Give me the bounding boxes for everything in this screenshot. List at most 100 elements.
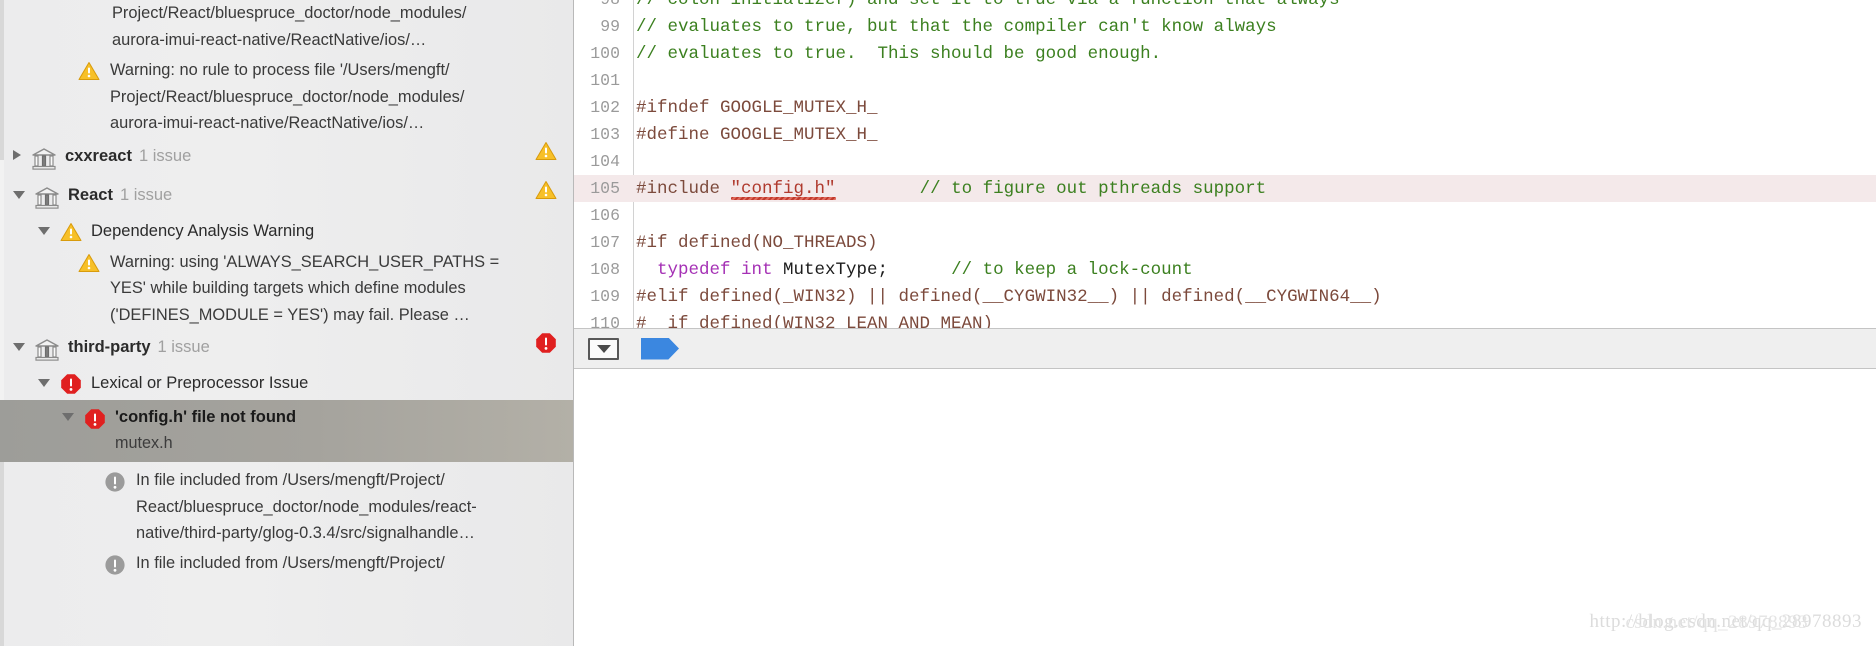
code-line-text: #if defined(NO_THREADS) bbox=[632, 233, 1876, 253]
code-line[interactable]: 108 typedef int MutexType; // to keep a … bbox=[574, 256, 1876, 283]
code-line[interactable]: 106 bbox=[574, 202, 1876, 229]
issue-message-line: YES' while building targets which define… bbox=[110, 279, 466, 297]
code-line[interactable]: 107 #if defined(NO_THREADS) bbox=[574, 229, 1876, 256]
source-editor-pane[interactable]: 98 // colon-initializer) and set it to tr… bbox=[574, 0, 1876, 646]
code-line[interactable]: 100 // evaluates to true. This should be … bbox=[574, 40, 1876, 67]
issue-row-labels: 'config.h' file not found mutex.h bbox=[115, 404, 573, 456]
code-line[interactable]: 109 #elif defined(_WIN32) || defined(__CY… bbox=[574, 283, 1876, 310]
issue-message-text: Warning: using 'ALWAYS_SEARCH_USER_PATHS… bbox=[110, 249, 573, 329]
jump-bar-breadcrumb-arrow[interactable] bbox=[641, 337, 679, 360]
sidebar-item-react[interactable]: React 1 issue bbox=[0, 176, 573, 215]
code-token: #if defined(NO_THREADS) bbox=[636, 232, 878, 253]
line-number: 99 bbox=[600, 17, 620, 36]
code-token: # if defined(WIN32_LEAN_AND_MEAN) bbox=[636, 313, 994, 329]
code-token: MutexType; bbox=[783, 259, 889, 280]
code-line-text: typedef int MutexType; // to keep a lock… bbox=[632, 260, 1876, 280]
issue-category-lexical-or-preprocessor-issue[interactable]: Lexical or Preprocessor Issue bbox=[0, 367, 573, 400]
issue-message-text: Project/React/bluespruce_doctor/node_mod… bbox=[112, 0, 573, 27]
disclosure-triangle-expanded-icon[interactable] bbox=[13, 190, 25, 199]
target-library-icon bbox=[34, 186, 60, 215]
code-line-text: // evaluates to true, but that the compi… bbox=[632, 17, 1876, 37]
disclosure-triangle-expanded-icon[interactable] bbox=[13, 343, 25, 351]
related-items-dropdown-button[interactable] bbox=[588, 337, 619, 360]
code-token: int bbox=[741, 259, 784, 280]
code-line-text: #include "config.h" // to figure out pth… bbox=[632, 178, 1876, 200]
issue-row-config-h-file-not-found[interactable]: 'config.h' file not found mutex.h bbox=[0, 400, 573, 462]
issue-message-line: In file included from /Users/mengft/Proj… bbox=[136, 471, 445, 489]
error-octagon-icon bbox=[60, 373, 82, 400]
group-issue-count: 1 issue bbox=[119, 185, 173, 204]
issue-message-line: Warning: no rule to process file '/Users… bbox=[110, 61, 450, 79]
warning-triangle-icon bbox=[60, 222, 82, 247]
code-line[interactable]: 104 bbox=[574, 148, 1876, 175]
code-line[interactable]: 101 bbox=[574, 67, 1876, 94]
code-token: typedef bbox=[636, 259, 742, 280]
watermark-url-overlay: csdn.net/qq_28978893 bbox=[1625, 612, 1809, 633]
issue-message-line: ('DEFINES_MODULE = YES') may fail. Pleas… bbox=[110, 305, 470, 324]
code-line[interactable]: 105 #include "config.h" // to figure out … bbox=[574, 175, 1876, 202]
issue-message-line: aurora-imui-react-native/ReactNative/ios… bbox=[112, 31, 427, 49]
code-editor[interactable]: 98 // colon-initializer) and set it to tr… bbox=[574, 0, 1876, 329]
editor-lower-blank-area: http://blog.csdn.net/qq_28978893 csdn.ne… bbox=[574, 369, 1876, 645]
code-line[interactable]: 99 // evaluates to true, but that the com… bbox=[574, 13, 1876, 40]
editor-jump-bar[interactable] bbox=[574, 329, 1876, 369]
group-name: third-party bbox=[68, 338, 151, 356]
list-item-warning-message[interactable]: Warning: no rule to process file '/Users… bbox=[0, 54, 573, 137]
list-item-note-message[interactable]: In file included from /Users/mengft/Proj… bbox=[0, 462, 573, 547]
issue-message-line: aurora-imui-react-native/ReactNative/ios… bbox=[110, 114, 425, 132]
issue-navigator-panel[interactable]: Project/React/bluespruce_doctor/node_mod… bbox=[0, 0, 574, 646]
xcode-issue-navigator-screen: Project/React/bluespruce_doctor/node_mod… bbox=[0, 0, 1876, 646]
code-line-text: #elif defined(_WIN32) || defined(__CYGWI… bbox=[632, 287, 1876, 307]
line-number: 102 bbox=[590, 98, 620, 117]
issue-category-dependency-analysis-warning[interactable]: Dependency Analysis Warning bbox=[0, 215, 573, 247]
issue-message-line: native/third-party/glog-0.3.4/src/signal… bbox=[136, 524, 475, 542]
note-info-icon bbox=[104, 471, 126, 498]
issue-category-title: Dependency Analysis Warning bbox=[91, 221, 315, 240]
group-issue-count: 1 issue bbox=[138, 146, 192, 165]
code-line[interactable]: 110 # if defined(WIN32_LEAN_AND_MEAN) bbox=[574, 310, 1876, 329]
line-number: 100 bbox=[590, 44, 620, 63]
disclosure-triangle-expanded-icon[interactable] bbox=[38, 226, 50, 235]
disclosure-triangle-collapsed-icon[interactable] bbox=[13, 149, 21, 160]
error-octagon-icon bbox=[84, 408, 106, 435]
line-number: 108 bbox=[590, 260, 620, 279]
issue-subtitle-filename: mutex.h bbox=[115, 434, 173, 452]
disclosure-triangle-expanded-icon[interactable] bbox=[62, 413, 74, 421]
target-library-icon bbox=[34, 338, 60, 367]
issue-title: 'config.h' file not found bbox=[115, 408, 297, 426]
code-line[interactable]: 103 #define GOOGLE_MUTEX_H_ bbox=[574, 121, 1876, 148]
group-issue-count: 1 issue bbox=[157, 338, 210, 356]
code-token: // evaluates to true. This should be goo… bbox=[636, 43, 1162, 64]
code-line[interactable]: 98 // colon-initializer) and set it to tr… bbox=[574, 0, 1876, 13]
list-item[interactable]: aurora-imui-react-native/ReactNative/ios… bbox=[0, 27, 573, 54]
list-item-note-message[interactable]: In file included from /Users/mengft/Proj… bbox=[0, 547, 573, 581]
sidebar-item-third-party[interactable]: third-party 1 issue bbox=[0, 328, 573, 367]
sidebar-item-cxxreact[interactable]: cxxreact 1 issue bbox=[0, 137, 573, 176]
line-number: 110 bbox=[590, 314, 620, 329]
line-number: 106 bbox=[590, 206, 620, 225]
list-item[interactable]: Project/React/bluespruce_doctor/node_mod… bbox=[0, 0, 573, 27]
code-line[interactable]: 102 #ifndef GOOGLE_MUTEX_H_ bbox=[574, 94, 1876, 121]
code-token: // evaluates to true, but that the compi… bbox=[636, 16, 1277, 37]
line-number: 98 bbox=[574, 0, 632, 9]
warning-triangle-icon bbox=[78, 253, 100, 278]
code-token: // to keep a lock-count bbox=[951, 259, 1193, 280]
chevron-down-icon bbox=[596, 344, 611, 353]
line-number: 101 bbox=[590, 71, 620, 90]
group-name: cxxreact bbox=[65, 146, 132, 165]
issue-message-line: React/bluespruce_doctor/node_modules/rea… bbox=[136, 497, 477, 516]
code-line-text: # if defined(WIN32_LEAN_AND_MEAN) bbox=[632, 313, 1876, 329]
line-number: 107 bbox=[590, 233, 620, 252]
code-line-text: // evaluates to true. This should be goo… bbox=[632, 44, 1876, 64]
disclosure-triangle-expanded-icon[interactable] bbox=[38, 379, 50, 387]
code-token: // colon-initializer) and set it to true… bbox=[636, 0, 1340, 10]
issue-message-text: In file included from /Users/mengft/Proj… bbox=[136, 467, 573, 547]
code-token: // to figure out pthreads support bbox=[919, 178, 1267, 199]
warning-triangle-icon bbox=[535, 180, 557, 205]
issue-message-line: Warning: using 'ALWAYS_SEARCH_USER_PATHS… bbox=[110, 252, 500, 271]
code-line-text: #ifndef GOOGLE_MUTEX_H_ bbox=[632, 98, 1876, 118]
code-token: #ifndef GOOGLE_MUTEX_H_ bbox=[636, 97, 878, 118]
list-item-warning-message[interactable]: Warning: using 'ALWAYS_SEARCH_USER_PATHS… bbox=[0, 247, 573, 329]
